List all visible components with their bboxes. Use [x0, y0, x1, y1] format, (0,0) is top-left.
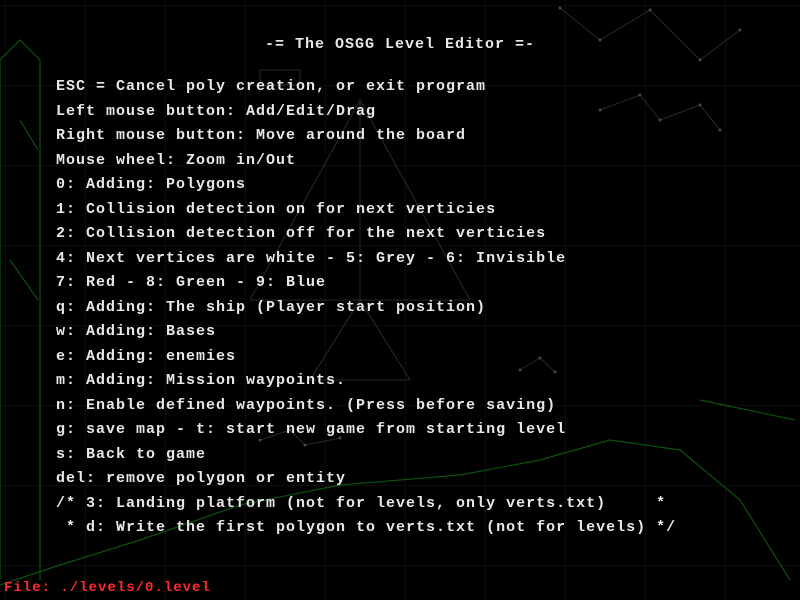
help-line: del: remove polygon or entity	[56, 467, 744, 492]
help-line: * d: Write the first polygon to verts.tx…	[56, 516, 744, 541]
help-line: Left mouse button: Add/Edit/Drag	[56, 100, 744, 125]
help-line: e: Adding: enemies	[56, 345, 744, 370]
help-line: w: Adding: Bases	[56, 320, 744, 345]
help-line: Right mouse button: Move around the boar…	[56, 124, 744, 149]
help-line: ESC = Cancel poly creation, or exit prog…	[56, 75, 744, 100]
help-line: g: save map - t: start new game from sta…	[56, 418, 744, 443]
help-line: 7: Red - 8: Green - 9: Blue	[56, 271, 744, 296]
help-line: 2: Collision detection off for the next …	[56, 222, 744, 247]
help-text-block: ESC = Cancel poly creation, or exit prog…	[56, 75, 744, 541]
help-line: 4: Next vertices are white - 5: Grey - 6…	[56, 247, 744, 272]
help-line: q: Adding: The ship (Player start positi…	[56, 296, 744, 321]
file-path-label: File: ./levels/0.level	[4, 580, 211, 596]
help-line: 1: Collision detection on for next verti…	[56, 198, 744, 223]
help-line: s: Back to game	[56, 443, 744, 468]
editor-title: -= The OSGG Level Editor =-	[56, 36, 744, 53]
help-line: n: Enable defined waypoints. (Press befo…	[56, 394, 744, 419]
help-line: /* 3: Landing platform (not for levels, …	[56, 492, 744, 517]
help-line: 0: Adding: Polygons	[56, 173, 744, 198]
help-overlay: -= The OSGG Level Editor =- ESC = Cancel…	[0, 0, 800, 600]
help-line: m: Adding: Mission waypoints.	[56, 369, 744, 394]
help-line: Mouse wheel: Zoom in/Out	[56, 149, 744, 174]
